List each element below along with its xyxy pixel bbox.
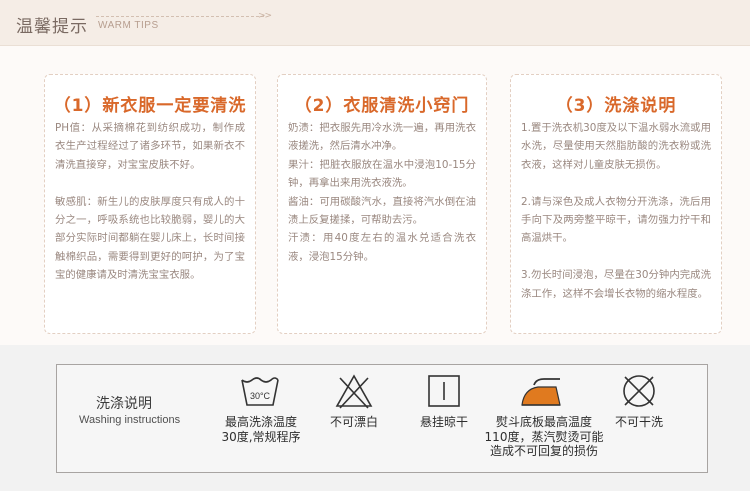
card-body: 奶渍：把衣服先用冷水洗一遍，再用洗衣液搓洗，然后清水冲净。 果汁：把脏衣服放在温… [288,119,476,266]
card-paragraph: 1.置于洗衣机30度及以下温水弱水流或用水洗，尽量使用天然脂肪酸的洗衣粉或洗衣液… [521,122,711,171]
card-title: （3）洗涤说明 [555,96,677,116]
hang-dry-icon [428,375,460,407]
care-title: 洗涤说明 [96,396,152,412]
card-paragraph: 酱油：可用碳酸汽水，直接将汽水倒在油渍上反复搓揉，可帮助去污。 [288,195,476,227]
wash-30-icon: 30°C [241,377,279,406]
card-paragraph: 2.请与深色及成人衣物分开洗涤，洗后用手向下及两旁整平晾干，请勿强力拧干和高温烘… [521,195,711,245]
card-paragraph: 果汁：把脏衣服放在温水中浸泡10-15分钟，再拿出来用洗衣液洗。 [288,158,476,190]
page-subtitle: WARM TIPS [98,20,159,31]
care-label-bleach: 不可漂白 [329,415,378,429]
wash-temp-label: 30°C [250,391,271,401]
no-dry-clean-icon [623,375,655,407]
double-chevron-icon: >> [258,11,272,21]
card-new-clothes: （1）新衣服一定要清洗 PH值：从采摘棉花到纺织成功，制作成衣生产过程经过了诸多… [44,74,256,334]
iron-110-icon [521,378,561,406]
card-body: PH值：从采摘棉花到纺织成功，制作成衣生产过程经过了诸多环节，如果新衣不清洗直接… [55,119,245,285]
card-paragraph: 汗渍：用40度左右的温水兑适合洗衣液，浸泡15分钟。 [288,232,476,263]
care-label-dry: 悬挂晾干 [419,415,468,429]
care-label-iron: 熨斗底板最高温度 110度，蒸汽熨烫可能 造成不可回复的损伤 [484,415,604,458]
card-paragraph: 敏感肌：新生儿的皮肤厚度只有成人的十分之一，呼吸系统也比较脆弱，婴儿的大部分实际… [55,195,245,282]
card-body: 1.置于洗衣机30度及以下温水弱水流或用水洗，尽量使用天然脂肪酸的洗衣粉或洗衣液… [521,119,711,303]
care-label-dry-clean: 不可干洗 [614,415,663,429]
card-title: （2）衣服清洗小窍门 [294,96,470,116]
care-subtitle: Washing instructions [79,414,181,426]
no-bleach-icon [335,374,373,409]
care-label-wash: 最高洗涤温度 30度,常规程序 [221,415,301,444]
header-divider [96,16,264,17]
card-paragraph: 3.勿长时间浸泡，尽量在30分钟内完成洗涤工作，这样不会增长衣物的缩水程度。 [521,269,711,300]
card-washing-instructions: （3）洗涤说明 1.置于洗衣机30度及以下温水弱水流或用水洗，尽量使用天然脂肪酸… [510,74,722,334]
card-paragraph: 奶渍：把衣服先用冷水洗一遍，再用洗衣液搓洗，然后清水冲净。 [288,122,476,153]
page-title: 温馨提示 [16,17,88,37]
card-washing-tips: （2）衣服清洗小窍门 奶渍：把衣服先用冷水洗一遍，再用洗衣液搓洗，然后清水冲净。… [277,74,487,334]
card-paragraph: PH值：从采摘棉花到纺织成功，制作成衣生产过程经过了诸多环节，如果新衣不清洗直接… [55,122,245,171]
card-title: （1）新衣服一定要清洗 [53,96,247,116]
